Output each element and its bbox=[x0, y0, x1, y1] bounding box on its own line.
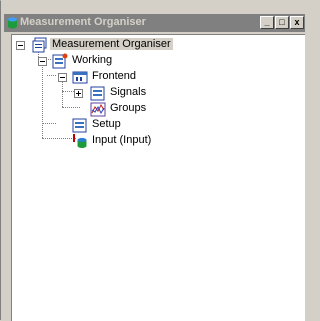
minimize-button[interactable]: _ bbox=[260, 16, 274, 29]
tree-item-label: Signals bbox=[110, 86, 147, 98]
groups-icon bbox=[90, 102, 106, 117]
window-title: Measurement Organiser bbox=[20, 16, 146, 28]
close-button[interactable]: x bbox=[290, 16, 304, 29]
tree-item-frontend[interactable]: Frontend bbox=[12, 69, 162, 85]
tree-item-setup[interactable]: Setup bbox=[12, 117, 162, 133]
setup-icon bbox=[72, 118, 87, 133]
title-bar[interactable]: Measurement Organiser _ □ x bbox=[4, 14, 305, 32]
database-icon bbox=[8, 17, 17, 29]
tree-item-measurement-organiser[interactable]: Measurement Organiser bbox=[12, 37, 212, 53]
tree-view[interactable]: Measurement Organiser Working Frontend S… bbox=[11, 34, 305, 321]
expand-icon[interactable] bbox=[74, 89, 83, 98]
input-icon bbox=[73, 134, 87, 148]
config-icon bbox=[52, 53, 68, 69]
tree-item-groups[interactable]: Groups bbox=[12, 101, 162, 117]
tree-item-label: Frontend bbox=[92, 70, 137, 82]
tree-item-label: Groups bbox=[110, 102, 147, 114]
organiser-icon bbox=[32, 37, 47, 53]
tree-item-label: Input (Input) bbox=[92, 134, 152, 146]
signals-icon bbox=[90, 86, 105, 101]
tree-item-input[interactable]: Input (Input) bbox=[12, 133, 162, 149]
maximize-button[interactable]: □ bbox=[275, 16, 289, 29]
collapse-icon[interactable] bbox=[16, 41, 25, 50]
tree-item-signals[interactable]: Signals bbox=[12, 85, 162, 101]
frontend-icon bbox=[72, 71, 88, 84]
tree-item-label: Working bbox=[72, 54, 113, 66]
tree-item-label: Measurement Organiser bbox=[50, 38, 173, 50]
collapse-icon[interactable] bbox=[58, 73, 67, 82]
tree-item-label: Setup bbox=[92, 118, 121, 130]
tree-item-working[interactable]: Working bbox=[12, 53, 162, 69]
collapse-icon[interactable] bbox=[38, 57, 47, 66]
measurement-organiser-window: Measurement Organiser _ □ x Measurement … bbox=[0, 0, 305, 321]
